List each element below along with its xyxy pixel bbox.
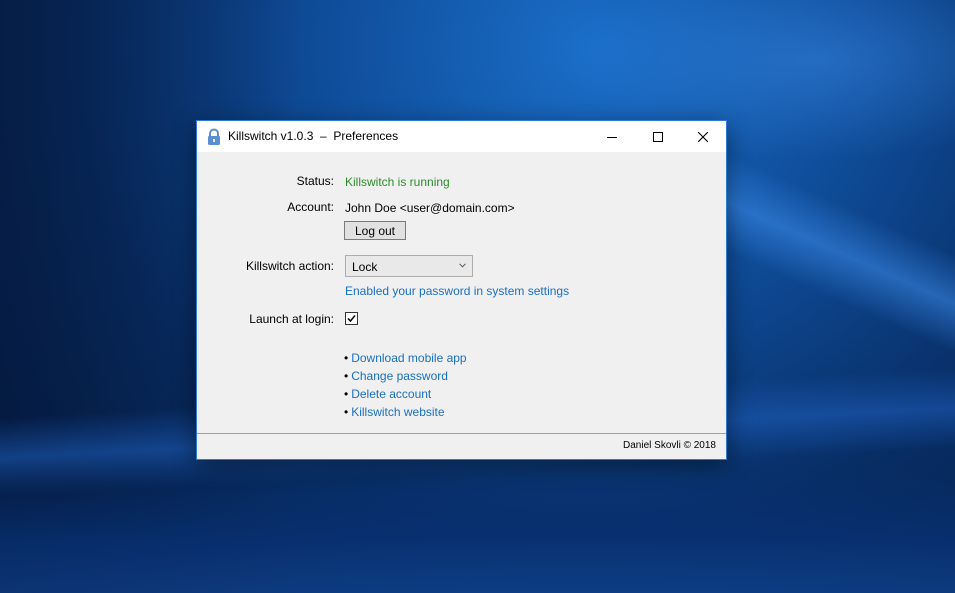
account-value: John Doe <user@domain.com> (345, 201, 515, 215)
killswitch-action-select[interactable]: Lock (345, 255, 473, 277)
account-label: Account: (287, 200, 334, 214)
bullet: • (344, 405, 349, 419)
title-bar[interactable]: Killswitch v1.0.3 – Preferences (197, 121, 726, 152)
launch-at-login-label: Launch at login: (249, 312, 334, 326)
checkmark-icon (347, 315, 356, 323)
enable-password-link[interactable]: Enabled your password in system settings (345, 284, 569, 298)
killswitch-action-label: Killswitch action: (245, 259, 334, 273)
killswitch-website-link[interactable]: Killswitch website (351, 405, 444, 419)
bullet: • (344, 369, 349, 383)
bullet: • (344, 387, 349, 401)
list-item: • Change password (344, 369, 467, 387)
close-icon (698, 131, 708, 142)
footer-copyright: Daniel Skovli © 2018 (623, 440, 716, 451)
delete-account-link[interactable]: Delete account (351, 387, 431, 401)
wallpaper-floor-glow (0, 470, 955, 593)
maximize-button[interactable] (635, 121, 681, 152)
desktop-background: Killswitch v1.0.3 – Preferences Status: … (0, 0, 955, 593)
download-mobile-app-link[interactable]: Download mobile app (351, 351, 466, 365)
list-item: • Download mobile app (344, 351, 467, 369)
bullet: • (344, 351, 349, 365)
status-value: Killswitch is running (345, 175, 450, 189)
list-item: • Killswitch website (344, 405, 467, 423)
links-list: • Download mobile app • Change password • D… (344, 351, 467, 423)
minimize-icon (607, 136, 617, 138)
launch-at-login-checkbox[interactable] (345, 312, 358, 325)
list-item: • Delete account (344, 387, 467, 405)
preferences-window: Killswitch v1.0.3 – Preferences Status: … (196, 120, 727, 460)
status-label: Status: (296, 174, 334, 188)
window-title: Killswitch v1.0.3 – Preferences (228, 129, 399, 143)
chevron-down-icon (459, 263, 466, 268)
killswitch-action-selected-value: Lock (352, 260, 378, 274)
maximize-icon (653, 131, 663, 142)
change-password-link[interactable]: Change password (351, 369, 448, 383)
logout-button-label: Log out (354, 223, 396, 238)
padlock-icon (208, 128, 220, 145)
logout-button[interactable]: Log out (344, 221, 406, 240)
close-button[interactable] (680, 121, 726, 152)
minimize-button[interactable] (589, 121, 635, 152)
footer-separator (197, 433, 726, 434)
